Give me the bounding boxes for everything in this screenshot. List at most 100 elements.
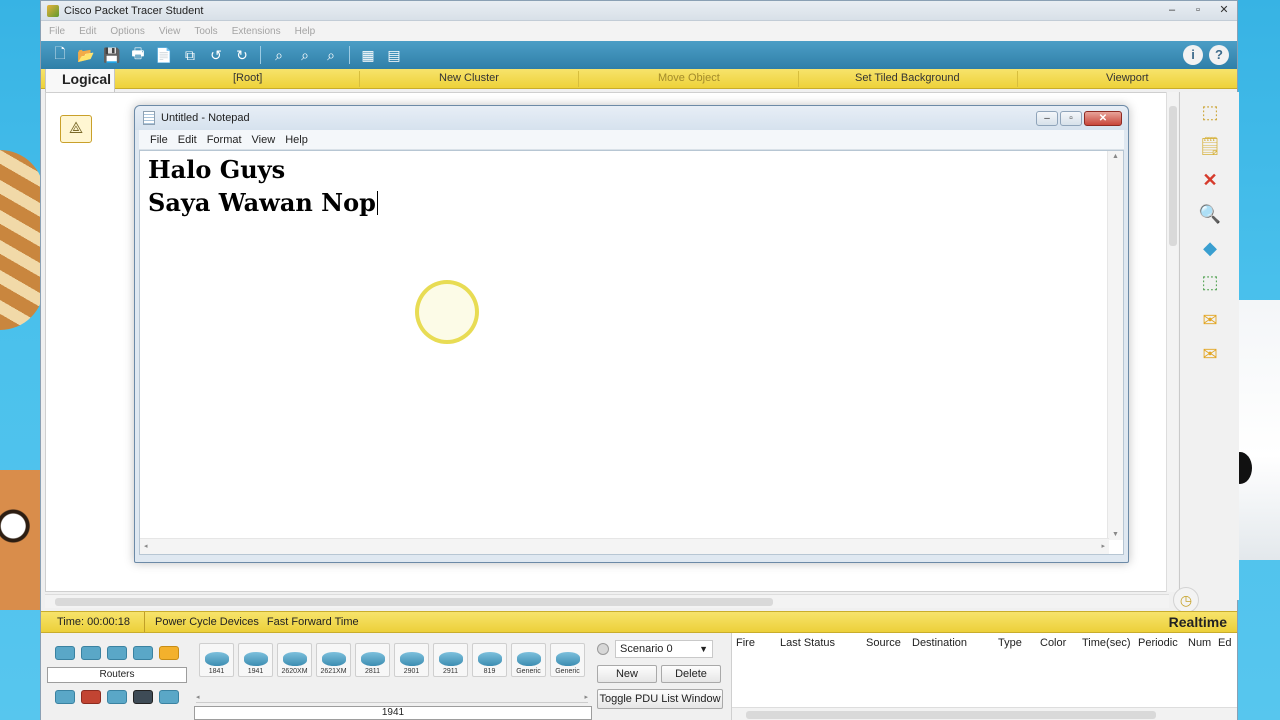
menu-view[interactable]: View: [159, 26, 181, 37]
menu-help[interactable]: Help: [295, 26, 316, 37]
menu-edit[interactable]: Edit: [79, 26, 96, 37]
router-item[interactable]: 819: [472, 643, 507, 677]
activity-wizard-icon[interactable]: 📄: [153, 44, 175, 66]
power-cycle-devices-button[interactable]: Power Cycle Devices: [145, 616, 259, 628]
new-file-icon[interactable]: 🗋: [49, 44, 71, 66]
workspace-vertical-thumb[interactable]: [1169, 106, 1177, 246]
select-icon[interactable]: ⬚: [1198, 100, 1222, 124]
nav-set-tiled-background[interactable]: Set Tiled Background: [855, 72, 960, 84]
multiuser-category-icon[interactable]: [159, 690, 179, 704]
routers-category-icon[interactable]: [55, 646, 75, 660]
nav-viewport[interactable]: Viewport: [1106, 72, 1149, 84]
realtime-mode-label[interactable]: Realtime: [1169, 612, 1237, 632]
menu-tools[interactable]: Tools: [194, 26, 217, 37]
menu-options[interactable]: Options: [110, 26, 144, 37]
scroll-left-arrow-icon[interactable]: ◂: [144, 542, 148, 550]
hubs-category-icon[interactable]: [107, 646, 127, 660]
pdu-table-scroll-thumb[interactable]: [746, 711, 1156, 719]
notepad-vertical-scrollbar[interactable]: ▲ ▼: [1107, 151, 1123, 540]
router-item[interactable]: 2620XM: [277, 643, 312, 677]
draw-shape-icon[interactable]: ◆: [1198, 236, 1222, 260]
security-category-icon[interactable]: [81, 690, 101, 704]
notepad-menu-help[interactable]: Help: [280, 134, 313, 146]
router-item[interactable]: 2901: [394, 643, 429, 677]
notepad-menu-view[interactable]: View: [247, 134, 281, 146]
add-complex-pdu-icon[interactable]: ✉: [1198, 342, 1222, 366]
router-item[interactable]: Generic: [511, 643, 546, 677]
end-devices-category-icon[interactable]: [55, 690, 75, 704]
notepad-horizontal-scrollbar[interactable]: ◂ ▸: [140, 538, 1109, 554]
connections-category-icon[interactable]: [159, 646, 179, 660]
menu-file[interactable]: File: [49, 26, 65, 37]
realtime-clock-icon[interactable]: ◷: [1173, 587, 1199, 613]
router-item[interactable]: 1841: [199, 643, 234, 677]
scenario-select-value: Scenario 0: [620, 643, 673, 655]
zoom-in-icon[interactable]: ⌕: [268, 44, 290, 66]
scroll-left-arrow-icon[interactable]: ◂: [196, 693, 200, 701]
toggle-pdu-list-button[interactable]: Toggle PDU List Window: [597, 689, 723, 709]
scenario-select[interactable]: Scenario 0 ▼: [615, 640, 713, 658]
add-simple-pdu-icon[interactable]: ✉: [1198, 308, 1222, 332]
notepad-close-button[interactable]: ✕: [1084, 110, 1122, 126]
logical-topology-icon[interactable]: ⟁: [60, 115, 92, 143]
question-icon[interactable]: ?: [1209, 45, 1229, 65]
router-item[interactable]: 2621XM: [316, 643, 351, 677]
nav-move-object[interactable]: Move Object: [658, 72, 720, 84]
close-button[interactable]: ✕: [1211, 4, 1237, 18]
redo-icon[interactable]: ↻: [231, 44, 253, 66]
device-category-row: [47, 685, 189, 709]
resize-shape-icon[interactable]: ⬚: [1198, 270, 1222, 294]
minimize-button[interactable]: –: [1159, 4, 1185, 18]
save-icon[interactable]: 💾: [101, 44, 123, 66]
desktop-wallpaper-left: [0, 150, 44, 330]
undo-icon[interactable]: ↺: [205, 44, 227, 66]
nav-new-cluster[interactable]: New Cluster: [439, 72, 499, 84]
delete-scenario-button[interactable]: Delete: [661, 665, 721, 683]
scroll-right-arrow-icon[interactable]: ▸: [584, 693, 588, 701]
pt-toolbar: 🗋 📂 💾 🖶 📄 ⧉ ↺ ↻ ⌕ ⌕ ⌕ ▦ ▤ i ?: [41, 41, 1237, 69]
custom-devices-category-icon[interactable]: [133, 690, 153, 704]
notepad-menu-format[interactable]: Format: [202, 134, 247, 146]
router-list-scrollbar[interactable]: ◂ ▸: [196, 693, 588, 703]
notepad-menu-file[interactable]: File: [145, 134, 173, 146]
notepad-text-area[interactable]: Halo Guys Saya Wawan Nop ▲ ▼ ◂ ▸: [139, 150, 1124, 555]
fast-forward-time-button[interactable]: Fast Forward Time: [259, 616, 359, 628]
new-scenario-button[interactable]: New: [597, 665, 657, 683]
workspace-navbar: Logical [Root] New Cluster Move Object S…: [41, 69, 1237, 115]
scroll-right-arrow-icon[interactable]: ▸: [1101, 542, 1105, 550]
print-icon[interactable]: 🖶: [127, 44, 149, 66]
notepad-titlebar[interactable]: Untitled - Notepad – ▫ ✕: [135, 106, 1128, 130]
pdu-table-scrollbar[interactable]: [732, 707, 1237, 720]
palette-icon[interactable]: ▦: [357, 44, 379, 66]
zoom-reset-icon[interactable]: ⌕: [294, 44, 316, 66]
menu-extensions[interactable]: Extensions: [232, 26, 281, 37]
notepad-minimize-button[interactable]: –: [1036, 110, 1058, 126]
nav-root[interactable]: [Root]: [233, 72, 262, 84]
note-icon[interactable]: 🗒: [1198, 134, 1222, 158]
custom-device-icon[interactable]: ▤: [383, 44, 405, 66]
scenario-lightbulb-icon[interactable]: [597, 643, 609, 655]
zoom-out-icon[interactable]: ⌕: [320, 44, 342, 66]
copy-icon[interactable]: ⧉: [179, 44, 201, 66]
notepad-menu-edit[interactable]: Edit: [173, 134, 202, 146]
pdu-col-destination: Destination: [912, 637, 968, 649]
notepad-maximize-button[interactable]: ▫: [1060, 110, 1082, 126]
scroll-down-arrow-icon[interactable]: ▼: [1112, 531, 1119, 538]
inspect-icon[interactable]: 🔍: [1198, 202, 1222, 226]
wan-emulation-category-icon[interactable]: [107, 690, 127, 704]
wireless-category-icon[interactable]: [133, 646, 153, 660]
info-icon[interactable]: i: [1183, 45, 1203, 65]
delete-icon[interactable]: ✕: [1198, 168, 1222, 192]
router-item[interactable]: 1941: [238, 643, 273, 677]
scroll-up-arrow-icon[interactable]: ▲: [1112, 153, 1119, 160]
workspace-horizontal-scrollbar[interactable]: [45, 594, 1169, 608]
router-item[interactable]: 2811: [355, 643, 390, 677]
scenario-buttons: New Delete: [597, 665, 727, 683]
workspace-horizontal-thumb[interactable]: [55, 598, 773, 606]
open-folder-icon[interactable]: 📂: [75, 44, 97, 66]
restore-button[interactable]: ▫: [1185, 4, 1211, 18]
workspace-vertical-scrollbar[interactable]: [1166, 92, 1178, 592]
switches-category-icon[interactable]: [81, 646, 101, 660]
router-item[interactable]: Generic: [550, 643, 585, 677]
router-item[interactable]: 2911: [433, 643, 468, 677]
